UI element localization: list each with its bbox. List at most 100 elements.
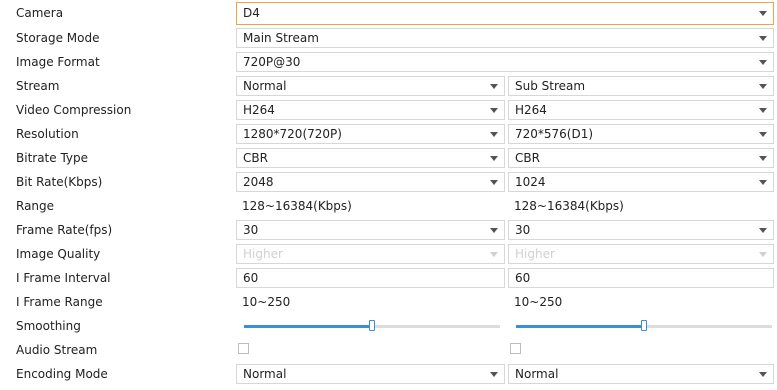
row-smoothing: Smoothing — [0, 314, 777, 338]
bit-rate-label: Bit Rate(Kbps) — [16, 175, 103, 189]
chevron-down-icon — [759, 372, 767, 377]
chevron-down-icon — [759, 252, 767, 257]
sub-stream-value: Sub Stream — [515, 79, 586, 93]
row-video-compression: Video Compression H264 H264 — [0, 98, 777, 122]
storage-mode-label: Storage Mode — [16, 31, 100, 45]
main-resolution-value: 1280*720(720P) — [243, 127, 342, 141]
chevron-down-icon — [759, 108, 767, 113]
chevron-down-icon — [490, 252, 498, 257]
sub-video-compression-value: H264 — [515, 103, 547, 117]
row-resolution: Resolution 1280*720(720P) 720*576(D1) — [0, 122, 777, 146]
sub-resolution-select[interactable]: 720*576(D1) — [508, 124, 774, 144]
sub-encoding-mode-value: Normal — [515, 367, 559, 381]
storage-mode-value: Main Stream — [243, 31, 319, 45]
camera-select[interactable]: D4 — [236, 2, 774, 25]
sub-frame-rate-value: 30 — [515, 223, 531, 237]
row-range: Range 128~16384(Kbps) 128~16384(Kbps) — [0, 194, 777, 218]
sub-bit-rate-value: 1024 — [515, 175, 546, 189]
main-bitrate-type-value: CBR — [243, 151, 268, 165]
sub-image-quality-select: Higher — [508, 244, 774, 264]
main-video-compression-value: H264 — [243, 103, 275, 117]
chevron-down-icon — [759, 132, 767, 137]
main-frame-rate-select[interactable]: 30 — [236, 220, 505, 240]
chevron-down-icon — [490, 156, 498, 161]
resolution-label: Resolution — [16, 127, 79, 141]
storage-mode-select[interactable]: Main Stream — [236, 28, 774, 48]
slider-fill — [244, 325, 372, 328]
row-image-quality: Image Quality Higher Higher — [0, 242, 777, 266]
chevron-down-icon — [759, 36, 767, 41]
smoothing-label: Smoothing — [16, 319, 81, 333]
sub-range-value: 128~16384(Kbps) — [514, 199, 624, 213]
stream-label: Stream — [16, 79, 60, 93]
slider-fill — [516, 325, 644, 328]
image-format-value: 720P@30 — [243, 55, 301, 69]
main-stream-value: Normal — [243, 79, 287, 93]
sub-stream-select[interactable]: Sub Stream — [508, 76, 774, 96]
chevron-down-icon — [490, 372, 498, 377]
main-frame-rate-value: 30 — [243, 223, 259, 237]
main-image-quality-select: Higher — [236, 244, 505, 264]
row-audio-stream: Audio Stream — [0, 338, 777, 362]
range-label: Range — [16, 199, 55, 213]
sub-bit-rate-select[interactable]: 1024 — [508, 172, 774, 192]
row-bitrate-type: Bitrate Type CBR CBR — [0, 146, 777, 170]
slider-thumb[interactable] — [369, 320, 375, 331]
encoding-mode-label: Encoding Mode — [16, 367, 108, 381]
row-frame-rate: Frame Rate(fps) 30 30 — [0, 218, 777, 242]
main-video-compression-select[interactable]: H264 — [236, 100, 505, 120]
frame-rate-label: Frame Rate(fps) — [16, 223, 113, 237]
slider-thumb[interactable] — [641, 320, 647, 331]
chevron-down-icon — [490, 132, 498, 137]
sub-smoothing-slider[interactable] — [516, 320, 772, 331]
main-smoothing-slider[interactable] — [244, 320, 500, 331]
i-frame-range-label: I Frame Range — [16, 295, 103, 309]
sub-frame-rate-select[interactable]: 30 — [508, 220, 774, 240]
image-format-select[interactable]: 720P@30 — [236, 52, 774, 72]
i-frame-interval-label: I Frame Interval — [16, 271, 111, 285]
main-audio-stream-checkbox[interactable] — [238, 343, 249, 354]
image-quality-label: Image Quality — [16, 247, 101, 261]
image-format-label: Image Format — [16, 55, 100, 69]
main-resolution-select[interactable]: 1280*720(720P) — [236, 124, 505, 144]
encoding-settings-grid: Camera D4 Storage Mode Main Stream Image… — [0, 0, 777, 386]
audio-stream-label: Audio Stream — [16, 343, 98, 357]
chevron-down-icon — [490, 180, 498, 185]
row-bit-rate: Bit Rate(Kbps) 2048 1024 — [0, 170, 777, 194]
sub-resolution-value: 720*576(D1) — [515, 127, 594, 141]
main-range-value: 128~16384(Kbps) — [242, 199, 352, 213]
row-camera: Camera D4 — [0, 0, 777, 26]
sub-video-compression-select[interactable]: H264 — [508, 100, 774, 120]
main-image-quality-value: Higher — [243, 247, 283, 261]
main-bit-rate-select[interactable]: 2048 — [236, 172, 505, 192]
main-bit-rate-value: 2048 — [243, 175, 274, 189]
chevron-down-icon — [759, 84, 767, 89]
chevron-down-icon — [490, 84, 498, 89]
sub-encoding-mode-select[interactable]: Normal — [508, 364, 774, 384]
sub-bitrate-type-value: CBR — [515, 151, 540, 165]
main-encoding-mode-select[interactable]: Normal — [236, 364, 505, 384]
chevron-down-icon — [759, 156, 767, 161]
sub-i-frame-interval-input[interactable]: 60 — [508, 268, 774, 288]
row-i-frame-range: I Frame Range 10~250 10~250 — [0, 290, 777, 314]
chevron-down-icon — [759, 180, 767, 185]
chevron-down-icon — [759, 60, 767, 65]
chevron-down-icon — [759, 11, 767, 16]
row-storage-mode: Storage Mode Main Stream — [0, 26, 777, 50]
chevron-down-icon — [759, 228, 767, 233]
main-bitrate-type-select[interactable]: CBR — [236, 148, 505, 168]
video-compression-label: Video Compression — [16, 103, 132, 117]
main-stream-select[interactable]: Normal — [236, 76, 505, 96]
sub-bitrate-type-select[interactable]: CBR — [508, 148, 774, 168]
row-stream: Stream Normal Sub Stream — [0, 74, 777, 98]
chevron-down-icon — [490, 108, 498, 113]
main-i-frame-interval-input[interactable]: 60 — [236, 268, 505, 288]
camera-value: D4 — [243, 6, 260, 20]
row-i-frame-interval: I Frame Interval 60 60 — [0, 266, 777, 290]
main-i-frame-range-value: 10~250 — [242, 295, 291, 309]
main-i-frame-interval-value: 60 — [243, 271, 259, 285]
sub-audio-stream-checkbox[interactable] — [510, 343, 521, 354]
row-image-format: Image Format 720P@30 — [0, 50, 777, 74]
chevron-down-icon — [490, 228, 498, 233]
row-encoding-mode: Encoding Mode Normal Normal — [0, 362, 777, 386]
